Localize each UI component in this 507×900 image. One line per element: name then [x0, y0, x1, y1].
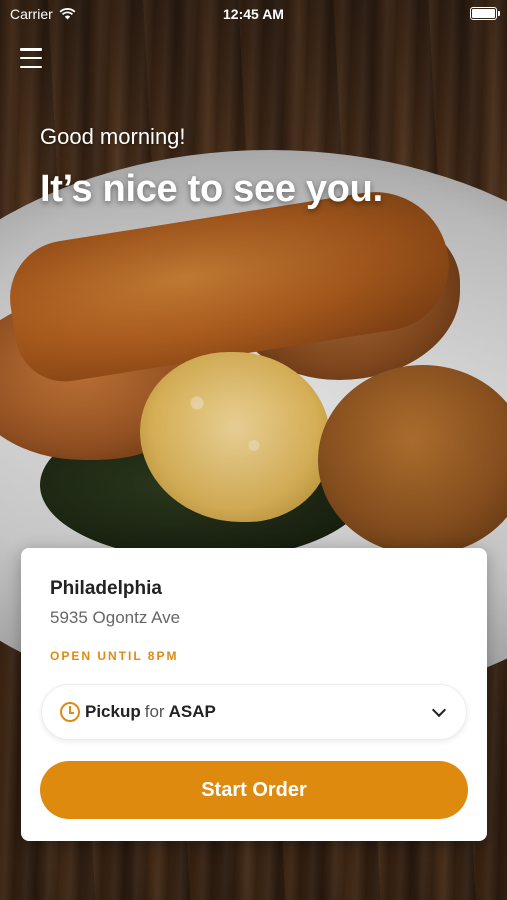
- location-card: Philadelphia 5935 Ogontz Ave OPEN UNTIL …: [21, 548, 487, 841]
- order-mode-connector: for: [144, 702, 165, 721]
- order-mode-text: Pickup for ASAP: [85, 702, 216, 722]
- start-order-button[interactable]: Start Order: [40, 761, 468, 819]
- menu-line: [20, 48, 42, 51]
- clock-icon: [60, 702, 80, 722]
- battery-icon: [470, 7, 500, 20]
- status-time: 12:45 AM: [223, 6, 284, 22]
- welcome-headline: It’s nice to see you.: [40, 168, 383, 210]
- order-mode-selector[interactable]: Pickup for ASAP: [41, 684, 467, 740]
- hamburger-menu-icon[interactable]: [20, 48, 42, 68]
- order-time-label: ASAP: [168, 702, 216, 721]
- chevron-down-icon[interactable]: [431, 702, 447, 717]
- location-address: 5935 Ogontz Ave: [50, 608, 181, 627]
- location-name: Philadelphia: [50, 578, 162, 599]
- greeting-text: Good morning!: [40, 124, 186, 149]
- status-bar: Carrier 12:45 AM: [0, 0, 507, 30]
- battery-level: [472, 9, 495, 18]
- menu-line: [20, 56, 42, 60]
- order-mode-label: Pickup: [85, 702, 141, 721]
- hours-label: OPEN UNTIL 8PM: [50, 649, 179, 663]
- menu-line: [20, 65, 42, 68]
